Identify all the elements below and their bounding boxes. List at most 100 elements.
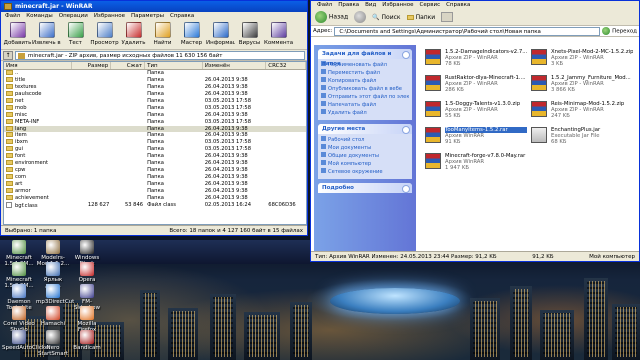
back-button[interactable]: Назад — [315, 11, 348, 23]
toolbar-button[interactable]: Тест — [61, 22, 90, 49]
table-row[interactable]: cpw Папка 26.04.2013 9:38 — [4, 167, 306, 174]
up-folder-button[interactable]: ↑ — [3, 50, 13, 60]
file-tasks-header[interactable]: Задачи для файлов и папок — [318, 49, 412, 67]
explorer-menu-item[interactable]: Сервис — [420, 2, 441, 8]
table-row[interactable]: com Папка 26.04.2013 9:38 — [4, 174, 306, 181]
column-header[interactable]: CRC32 — [266, 62, 306, 69]
winrar-statusbar: Выбрано: 1 папка Всего: 18 папок и 4 127… — [1, 225, 307, 235]
table-row[interactable]: paulscode Папка 26.04.2013 9:38 — [4, 90, 306, 98]
table-cell: Папка — [147, 194, 164, 201]
table-row[interactable]: art Папка 26.04.2013 9:38 — [4, 181, 306, 188]
column-header[interactable]: Размер — [72, 62, 112, 69]
toolbar-button[interactable]: Комментарий — [264, 22, 293, 49]
winrar-menu-item[interactable]: Избранное — [94, 13, 125, 19]
winrar-titlebar[interactable]: minecraft.jar - WinRAR — [1, 1, 307, 12]
column-header[interactable]: Изменён — [203, 62, 267, 69]
toolbar-button[interactable]: Вирусы — [235, 22, 264, 49]
table-row[interactable]: META-INF Папка 03.05.2013 17:58 — [4, 118, 306, 126]
task-link[interactable]: Опубликовать файл в вебе — [321, 85, 409, 93]
explorer-menu-item[interactable]: Правка — [338, 2, 359, 8]
table-cell — [72, 153, 112, 160]
place-link[interactable]: Мой компьютер — [321, 160, 409, 168]
other-places-header[interactable]: Другие места — [318, 124, 412, 134]
explorer-menu-item[interactable]: Файл — [317, 2, 332, 8]
winrar-menu-item[interactable]: Операции — [59, 13, 88, 19]
explorer-window[interactable]: Файл Правка Вид Избранное Сервис Справка Наза… — [310, 0, 640, 262]
go-button[interactable]: Переход — [602, 27, 637, 35]
toolbar-icon — [270, 22, 287, 38]
place-link[interactable]: Сетевое окружение — [321, 168, 409, 176]
file-tile[interactable]: RustRaktor-dlya-Minecraft-1.... Архив ZIP… — [423, 73, 527, 97]
toolbar-button[interactable]: Просмотр — [90, 22, 119, 49]
task-link[interactable]: Напечатать файл — [321, 101, 409, 109]
forward-button[interactable] — [354, 11, 367, 23]
place-link[interactable]: Общие документы — [321, 152, 409, 160]
desktop-icon[interactable]: SpeedAutoClicker — [2, 330, 51, 351]
table-row[interactable]: achievement Папка 26.04.2013 9:38 — [4, 194, 306, 202]
file-tile[interactable]: 1.5.2-DamageIndicators-v2.7... Архив ZIP … — [423, 47, 527, 71]
table-row[interactable]: bgf.class 128 627 53 846 Файл class 02.05.20… — [4, 201, 306, 209]
desktop-icon[interactable]: mp3DirectCut — [36, 284, 74, 305]
desktop-icon[interactable]: Opera — [70, 262, 104, 283]
winrar-menu-item[interactable]: Команды — [26, 13, 53, 19]
task-link[interactable]: Переместить файл — [321, 69, 409, 77]
winrar-menu-item[interactable]: Параметры — [131, 13, 164, 19]
task-link[interactable]: Копировать файл — [321, 77, 409, 85]
table-row[interactable]: item Папка 26.04.2013 9:38 — [4, 132, 306, 139]
address-field[interactable]: C:\Documents and Settings\Администратор\… — [334, 26, 601, 36]
winrar-menu-item[interactable]: Справка — [170, 13, 194, 19]
table-row[interactable]: misc Папка 26.04.2013 9:38 — [4, 111, 306, 119]
task-link[interactable]: Удалить файл — [321, 109, 409, 117]
column-header[interactable]: Имя — [4, 62, 72, 69]
toolbar-button[interactable]: Информация — [206, 22, 235, 49]
table-cell: 03.05.2013 17:58 — [204, 139, 252, 146]
table-row[interactable]: mob Папка 03.05.2013 17:58 — [4, 104, 306, 112]
explorer-menu-item[interactable]: Вид — [365, 2, 376, 8]
table-row[interactable]: title Папка 26.04.2013 9:38 — [4, 76, 306, 84]
table-row[interactable]: gui Папка 03.05.2013 17:58 — [4, 146, 306, 153]
archive-file-list[interactable]: Имя Размер Сжат Тип Изменён CRC32 .. Папка titl… — [3, 61, 307, 225]
explorer-file-view[interactable]: 1.5.2-DamageIndicators-v2.7... Архив ZIP … — [419, 45, 639, 251]
table-row[interactable]: .. Папка — [4, 70, 306, 77]
toolbar-button[interactable]: Извлечь в... — [32, 22, 61, 49]
winrar-menu-item[interactable]: Файл — [5, 13, 20, 19]
views-button[interactable] — [441, 12, 454, 22]
table-cell: bgf.class — [4, 201, 72, 209]
place-link[interactable]: Мои документы — [321, 144, 409, 152]
table-row[interactable]: font Папка 26.04.2013 9:38 — [4, 153, 306, 160]
column-header[interactable]: Сжат — [111, 62, 146, 69]
explorer-menu-item[interactable]: Избранное — [382, 2, 413, 8]
desktop-icon[interactable]: Hamachi — [36, 306, 70, 327]
table-row[interactable]: armor Папка 26.04.2013 9:38 — [4, 187, 306, 195]
desktop-icon[interactable]: Nero StartSmart — [36, 330, 70, 357]
toolbar-button[interactable]: Мастер — [177, 22, 206, 49]
column-header[interactable]: Тип — [145, 62, 203, 69]
task-link[interactable]: Отправить этот файл по электронной почте — [321, 93, 409, 101]
file-tile[interactable]: Minecraft-forge-v7.8.0-May.rar Архив WinR… — [423, 151, 527, 175]
place-link[interactable]: Рабочий стол — [321, 136, 409, 144]
table-row[interactable]: net Папка 03.05.2013 17:58 — [4, 97, 306, 105]
search-button[interactable]: 🔍 Поиск — [372, 14, 400, 21]
table-row[interactable]: environment Папка 26.04.2013 9:38 — [4, 160, 306, 167]
table-row[interactable]: ibxm Папка 03.05.2013 17:58 — [4, 139, 306, 146]
file-tile[interactable]: Xnets-Pixel-Mod-2-MC-1.5.2.zip Архив ZIP … — [529, 47, 633, 71]
folders-button[interactable]: Папки — [406, 14, 435, 21]
archive-path-field[interactable]: minecraft.jar - ZIP архив, размер исходн… — [15, 50, 305, 60]
file-tile[interactable]: TooManyItems-1.5.2.rar Архив WinRAR 91 KБ — [423, 125, 527, 149]
table-row[interactable]: lang Папка 26.04.2013 9:38 — [4, 125, 306, 133]
toolbar-button[interactable]: Добавить — [3, 22, 32, 49]
file-tile[interactable]: 1.5.2_Jammy_Furniture_Mod... Архив ZIP - … — [529, 73, 633, 97]
details-header[interactable]: Подробно — [318, 183, 412, 193]
toolbar-button[interactable]: Найти — [148, 22, 177, 49]
desktop-icon[interactable]: Bandicam — [70, 330, 104, 351]
file-tile[interactable]: EnchantingPlus.jar Executable Jar File 68 … — [529, 125, 633, 149]
desktop-icon[interactable]: Corel Video Studio — [2, 306, 36, 333]
file-tile[interactable]: Reis-Minimap-Mod-1.5.2.zip Архив ZIP - Wi… — [529, 99, 633, 123]
toolbar-button[interactable]: Удалить — [119, 22, 148, 49]
desktop-icon[interactable]: Mozilla Firefox — [70, 306, 104, 333]
winrar-window[interactable]: minecraft.jar - WinRAR Файл Команды Операц… — [0, 0, 308, 236]
explorer-menu-item[interactable]: Справка — [446, 2, 470, 8]
table-row[interactable]: textures Папка 26.04.2013 9:38 — [4, 83, 306, 91]
file-tile[interactable]: 1.5-Doggy-Talents-v1.3.0.zip Архив ZIP - … — [423, 99, 527, 123]
table-cell — [111, 139, 145, 146]
